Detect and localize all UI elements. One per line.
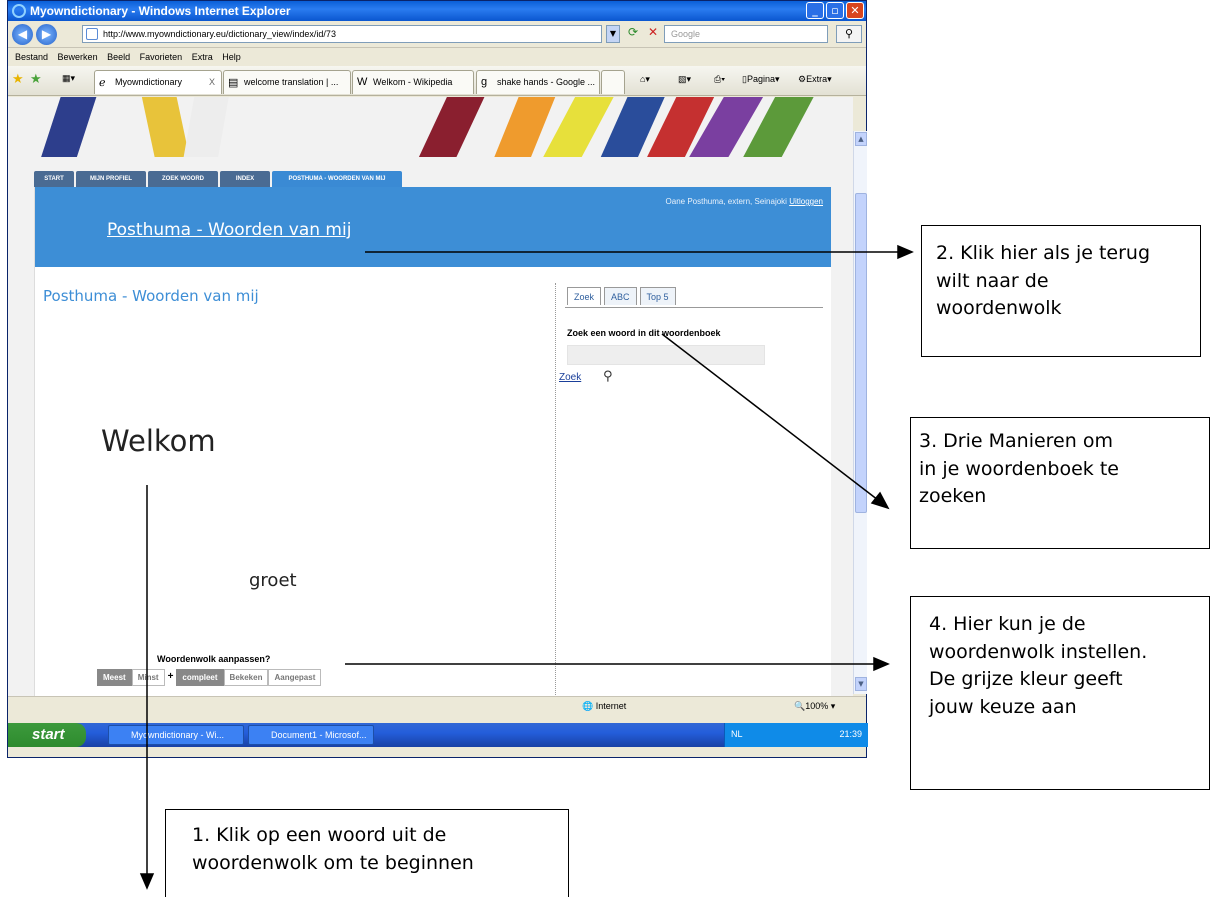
arrow-3-line (661, 333, 879, 501)
arrow-4-head (873, 656, 890, 672)
arrow-2-head (897, 244, 914, 260)
annotation-arrows (139, 244, 914, 890)
arrow-1-head (139, 873, 155, 890)
arrow-3-head (870, 491, 890, 510)
